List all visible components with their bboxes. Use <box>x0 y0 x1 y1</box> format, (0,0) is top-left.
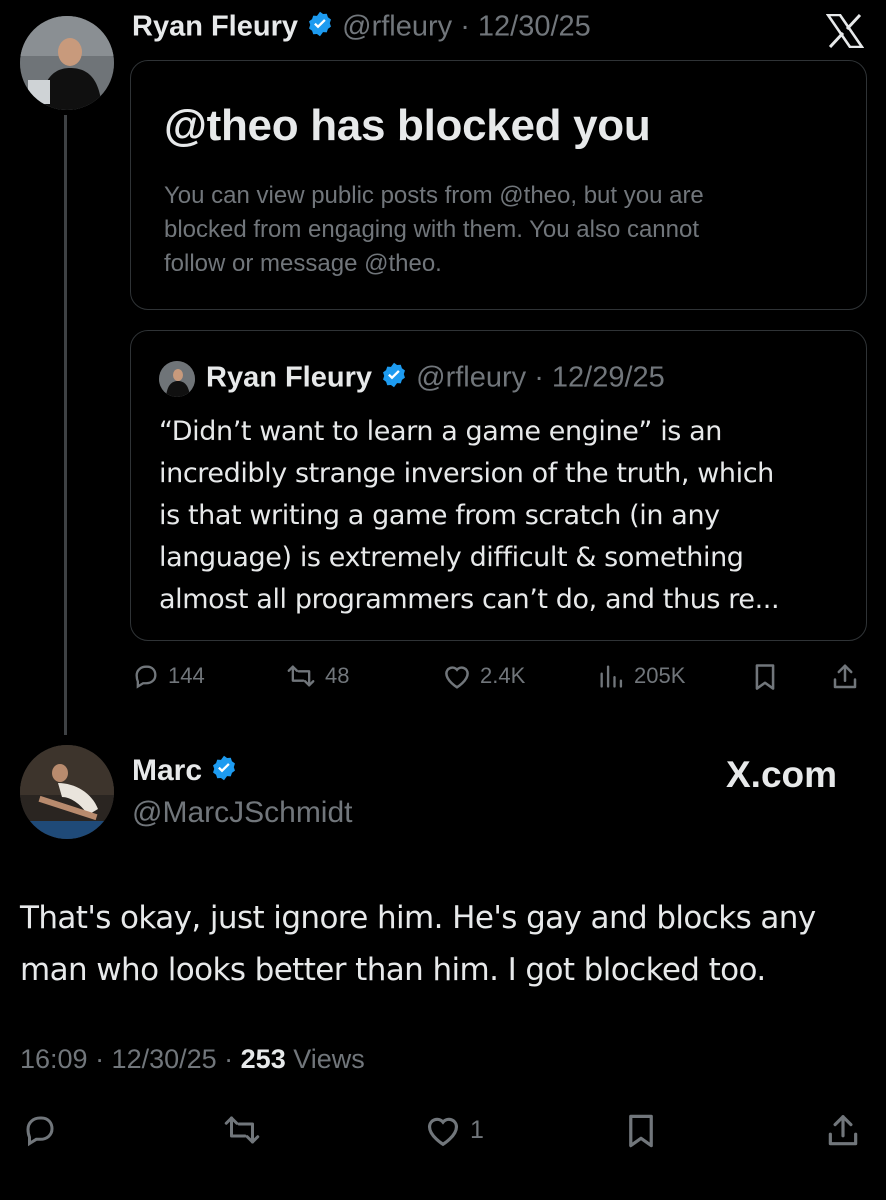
block-notice-line: blocked from engaging with them. You als… <box>164 216 700 243</box>
quoted-post-text: “Didn’t want to learn a game engine” is … <box>159 411 859 621</box>
reply-timestamp-views: 16:09 · 12/30/25 · 253 Views <box>20 1044 365 1075</box>
share-icon <box>824 1112 862 1150</box>
reply-icon <box>22 1112 58 1148</box>
quoted-text-line: incredibly strange inversion of the trut… <box>159 458 774 489</box>
block-notice-description: You can view public posts from @theo, bu… <box>164 179 854 281</box>
quoted-text-line: “Didn’t want to learn a game engine” is … <box>159 416 723 447</box>
first-post-header: Ryan Fleury @rfleury · 12/30/25 <box>132 10 591 46</box>
reply-button[interactable]: 144 <box>132 662 205 690</box>
heart-icon <box>442 662 472 690</box>
reply-views-label: Views <box>285 1044 365 1074</box>
reply-text-line: That's okay, just ignore him. He's gay a… <box>20 900 816 936</box>
reply-icon <box>132 662 160 690</box>
repost-button[interactable]: 48 <box>285 662 349 690</box>
reply-timestamp: 16:09 · 12/30/25 · <box>20 1044 241 1074</box>
bookmark-button[interactable] <box>751 662 779 692</box>
reply-author-handle[interactable]: @MarcJSchmidt <box>132 796 353 830</box>
quoted-handle-and-date: @rfleury · 12/29/25 <box>416 361 665 394</box>
reply-share-button[interactable] <box>824 1112 862 1150</box>
share-icon <box>830 662 860 692</box>
share-button[interactable] <box>830 662 860 692</box>
ryan-avatar[interactable] <box>20 16 114 110</box>
reply-like-button[interactable]: 1 <box>424 1112 484 1148</box>
reply-bookmark-button[interactable] <box>623 1112 659 1150</box>
reply-author-name[interactable]: Marc <box>132 754 202 787</box>
marc-avatar[interactable] <box>20 745 114 839</box>
reply-views-count: 253 <box>240 1044 286 1074</box>
bookmark-icon <box>751 662 779 692</box>
verified-badge-icon <box>380 361 408 397</box>
views-button[interactable]: 205K <box>596 662 685 690</box>
block-notice-title: @theo has blocked you <box>164 101 651 150</box>
block-notice-card: @theo has blocked you You can view publi… <box>130 60 867 310</box>
quoted-post-card[interactable]: Ryan Fleury @rfleury · 12/29/25 “Didn’t … <box>130 330 867 641</box>
views-count: 205K <box>634 663 686 688</box>
analytics-bars-icon <box>596 662 626 690</box>
x-dot-com-brand: X.com <box>726 754 838 795</box>
bookmark-icon <box>623 1112 659 1150</box>
thread-connector-line <box>64 115 67 735</box>
quoted-author-name: Ryan Fleury <box>206 361 372 394</box>
like-button[interactable]: 2.4K <box>442 662 525 690</box>
like-count: 2.4K <box>480 663 526 688</box>
quoted-text-line: almost all programmers can’t do, and thu… <box>159 584 780 615</box>
heart-icon <box>424 1112 462 1148</box>
quoted-text-line: language) is extremely difficult & somet… <box>159 542 744 573</box>
reply-count: 144 <box>168 663 205 688</box>
repost-icon <box>285 662 317 690</box>
repost-icon <box>222 1112 262 1148</box>
block-notice-line: follow or message @theo. <box>164 250 442 277</box>
block-notice-line: You can view public posts from @theo, bu… <box>164 182 704 209</box>
quoted-author-avatar <box>159 361 195 397</box>
handle-and-date: @rfleury · 12/30/25 <box>342 10 591 43</box>
quoted-post-header: Ryan Fleury @rfleury · 12/29/25 <box>206 361 665 397</box>
author-name[interactable]: Ryan Fleury <box>132 11 298 43</box>
reply-like-count: 1 <box>470 1115 484 1144</box>
reply-repost-button[interactable] <box>222 1112 262 1148</box>
verified-badge-icon <box>210 754 238 790</box>
reply-author-row: Marc <box>132 754 238 790</box>
repost-count: 48 <box>325 663 350 688</box>
x-logo-icon[interactable] <box>825 13 865 49</box>
quoted-text-line: is that writing a game from scratch (in … <box>159 500 720 531</box>
reply-reply-button[interactable] <box>22 1112 58 1148</box>
verified-badge-icon <box>306 10 334 46</box>
reply-text: That's okay, just ignore him. He's gay a… <box>20 892 880 996</box>
reply-text-line: man who looks better than him. I got blo… <box>20 952 766 988</box>
